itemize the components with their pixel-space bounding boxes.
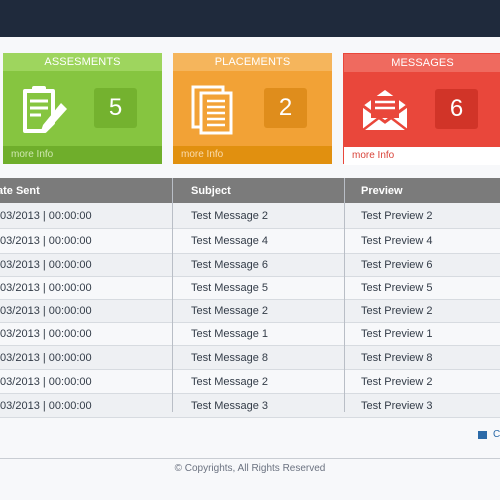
column-header-preview[interactable]: Preview [361,178,403,203]
messages-more-info-link[interactable]: more Info [344,147,500,165]
column-header-date-sent[interactable]: ate Sent [0,178,40,203]
subject-cell: Test Message 5 [191,282,269,294]
date-sent-cell: /03/2013 | 00:00:00 [0,375,92,388]
table-row[interactable]: /03/2013 | 00:00:00 Test Message 6 Test … [0,254,500,277]
table-row[interactable]: /03/2013 | 00:00:00 Test Message 8 Test … [0,346,500,370]
date-sent-cell: /03/2013 | 00:00:00 [0,235,92,247]
placements-count: 2 [264,88,307,128]
subject-cell: Test Message 6 [191,259,269,271]
column-divider [344,178,345,412]
placements-card[interactable]: PLACEMENTS 2 more Info [173,53,332,164]
preview-cell: Test Preview 5 [361,282,433,294]
documents-icon [191,85,233,135]
top-navigation-bar [0,0,500,37]
assessments-count: 5 [94,88,137,128]
subject-cell: Test Message 2 [191,209,269,222]
date-sent-cell: /03/2013 | 00:00:00 [0,282,92,294]
subject-cell: Test Message 2 [191,375,269,388]
subject-cell: Test Message 8 [191,351,269,364]
footer-divider [0,458,500,459]
preview-cell: Test Preview 2 [361,209,433,222]
subject-cell: Test Message 3 [191,399,269,412]
preview-cell: Test Preview 2 [361,305,433,317]
preview-cell: Test Preview 6 [361,259,433,271]
clipboard-pencil-icon [23,86,67,133]
date-sent-cell: /03/2013 | 00:00:00 [0,259,92,271]
table-row[interactable]: /03/2013 | 00:00:00 Test Message 2 Test … [0,300,500,323]
date-sent-cell: /03/2013 | 00:00:00 [0,209,92,222]
table-row[interactable]: /03/2013 | 00:00:00 Test Message 2 Test … [0,203,500,229]
preview-cell: Test Preview 1 [361,328,433,340]
column-header-subject[interactable]: Subject [191,178,231,203]
date-sent-cell: /03/2013 | 00:00:00 [0,328,92,340]
table-row[interactable]: /03/2013 | 00:00:00 Test Message 4 Test … [0,229,500,254]
table-row[interactable]: /03/2013 | 00:00:00 Test Message 3 Test … [0,394,500,418]
subject-cell: Test Message 4 [191,235,269,247]
corner-link-label: C [493,429,500,440]
assessments-card-title: ASSESMENTS [3,53,162,71]
subject-cell: Test Message 2 [191,305,269,317]
preview-cell: Test Preview 4 [361,235,433,247]
table-header-row: ate Sent Subject Preview [0,178,500,203]
copyright-text: © Copyrights, All Rights Reserved [174,463,326,474]
table-row[interactable]: /03/2013 | 00:00:00 Test Message 2 Test … [0,370,500,394]
square-icon [478,430,487,439]
subject-cell: Test Message 1 [191,328,269,340]
table-row[interactable]: /03/2013 | 00:00:00 Test Message 1 Test … [0,323,500,346]
preview-cell: Test Preview 8 [361,351,433,364]
corner-link[interactable]: C [478,429,500,440]
messages-count: 6 [435,89,478,129]
date-sent-cell: /03/2013 | 00:00:00 [0,399,92,412]
preview-cell: Test Preview 3 [361,399,433,412]
table-row[interactable]: /03/2013 | 00:00:00 Test Message 5 Test … [0,277,500,300]
date-sent-cell: /03/2013 | 00:00:00 [0,305,92,317]
assessments-more-info-link[interactable]: more Info [3,146,162,164]
messages-card[interactable]: MESSAGES 6 more Info [343,53,500,165]
messages-card-title: MESSAGES [344,54,500,72]
messages-table: ate Sent Subject Preview /03/2013 | 00:0… [0,178,500,418]
placements-card-title: PLACEMENTS [173,53,332,71]
column-divider [172,178,173,412]
assessments-card[interactable]: ASSESMENTS 5 more Info [3,53,162,164]
placements-more-info-link[interactable]: more Info [173,146,332,164]
preview-cell: Test Preview 2 [361,375,433,388]
open-envelope-icon [362,90,408,131]
date-sent-cell: /03/2013 | 00:00:00 [0,351,92,364]
